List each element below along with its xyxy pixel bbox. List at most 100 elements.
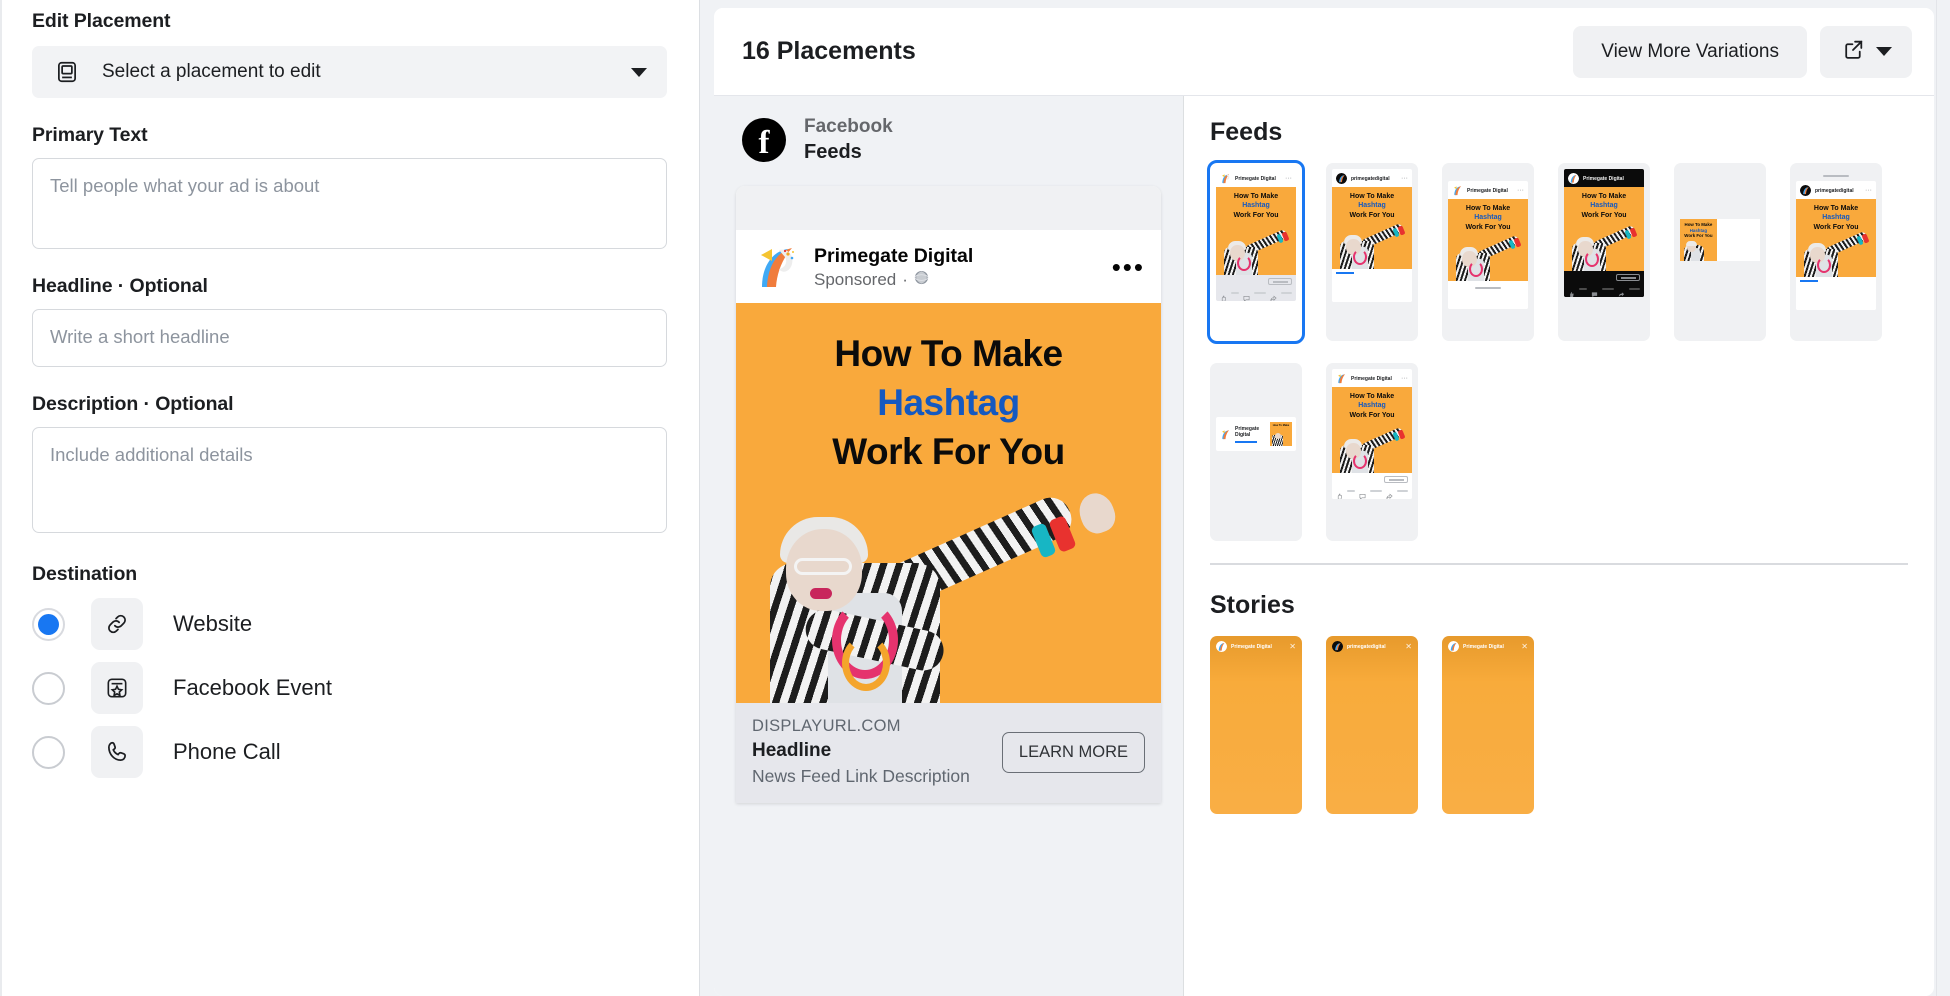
mini-ad-card: Primegate Digital ··· How To Make Hashta… <box>1448 181 1528 309</box>
open-preview-button[interactable] <box>1820 25 1912 78</box>
thumbnail-feeds-8[interactable]: Primegate Digital ··· How To Make Hashta… <box>1326 363 1418 541</box>
avatar <box>1800 185 1811 196</box>
thumbnail-feeds-5[interactable]: How To Make Hashtag Work For You <box>1674 163 1766 341</box>
mini-creative-line-1: How To Make <box>1581 193 1627 200</box>
more-options-icon: ··· <box>1865 187 1872 194</box>
comment-icon <box>1243 289 1250 301</box>
external-link-icon <box>1841 37 1866 67</box>
avatar <box>1216 641 1227 652</box>
destination-option-website[interactable]: Website <box>32 592 667 656</box>
globe-icon <box>914 270 929 290</box>
thumbnail-stories-1[interactable]: Primegate Digital ✕ <box>1210 636 1302 814</box>
ad-display-url: DISPLAYURL.COM <box>752 717 901 735</box>
mini-engagement-row <box>1564 281 1644 297</box>
mini-creative: How To Make Hashtag Work For You <box>1796 199 1876 277</box>
like-icon <box>1568 285 1575 297</box>
close-icon[interactable]: ✕ <box>1521 642 1528 651</box>
placement-select-dropdown[interactable]: Select a placement to edit <box>32 46 667 98</box>
primary-text-field-group: Primary Text Tell people what your ad is… <box>32 124 667 249</box>
creative-line-3: Work For You <box>832 431 1065 473</box>
headline-field-group: Headline · Optional Write a short headli… <box>32 275 667 367</box>
avatar <box>1336 373 1347 384</box>
view-more-variations-button[interactable]: View More Variations <box>1573 25 1807 78</box>
stories-section-title: Stories <box>1210 591 1295 619</box>
avatar <box>1220 173 1231 184</box>
primary-text-label: Primary Text <box>32 124 148 146</box>
feeds-section-title: Feeds <box>1210 118 1283 146</box>
description-label: Description · Optional <box>32 393 667 416</box>
avatar <box>1448 641 1459 652</box>
mini-engagement-row <box>1796 282 1876 310</box>
thumbnail-feeds-4[interactable]: Primegate Digital How To Make Hashtag Wo… <box>1558 163 1650 341</box>
mini-creative-line-2: Hashtag <box>1358 202 1386 210</box>
mini-creative-line-3: Work For You <box>1813 223 1859 231</box>
radio-website[interactable] <box>32 607 65 641</box>
like-icon <box>1220 289 1227 301</box>
mini-creative-line-2: Hashtag <box>1822 214 1850 222</box>
headline-label-text: Headline <box>32 275 113 297</box>
mini-creative-line-3: Work For You <box>1233 211 1279 219</box>
mini-page-name: Primegate Digital <box>1467 187 1508 194</box>
mini-creative-line-2: Hashtag <box>1474 214 1502 222</box>
preview-scroll-track[interactable] <box>1936 0 1950 996</box>
thumbnail-feeds-2[interactable]: primegatedigital ··· How To Make Hashtag… <box>1326 163 1418 341</box>
like-icon <box>1336 487 1343 499</box>
thumbnail-stories-3[interactable]: Primegate Digital ✕ <box>1442 636 1534 814</box>
mini-page-name: Primegate Digital <box>1583 175 1624 182</box>
platform-name: Facebook <box>804 116 893 137</box>
destination-option-label: Website <box>173 611 253 636</box>
primary-text-input[interactable]: Tell people what your ad is about <box>32 158 667 249</box>
comment-icon <box>1591 285 1598 297</box>
stories-thumbnail-grid: Primegate Digital ✕ primegatedigital ✕ P… <box>1210 636 1908 814</box>
event-star-icon <box>91 662 143 714</box>
thumbnail-feeds-3[interactable]: Primegate Digital ··· How To Make Hashta… <box>1442 163 1534 341</box>
phone-icon <box>91 726 143 778</box>
app-root: Edit Placement Select a placement to edi… <box>0 0 1950 996</box>
placement-thumbnails-column: Feeds Primegate Digital ··· How To Make … <box>1184 96 1934 996</box>
mini-creative-line-1: How To Make <box>1684 222 1713 227</box>
mini-page-name: Primegate Digital <box>1351 375 1392 382</box>
mini-page-name: primegatedigital <box>1815 187 1854 194</box>
mini-ad-card: Primegate Digital ··· How To Make Hashta… <box>1216 169 1296 301</box>
headline-input[interactable]: Write a short headline <box>32 309 667 367</box>
main-ad-preview: f Facebook Feeds Primegate Digital Spons… <box>714 96 1184 996</box>
mini-ad-card: Primegate Digital How To Make Hashtag Wo… <box>1564 169 1644 297</box>
learn-more-button[interactable]: LEARN MORE <box>1001 731 1145 773</box>
mini-handle-bar <box>1823 175 1849 177</box>
mini-engagement-row <box>1332 483 1412 499</box>
platform-surface: Feeds <box>804 141 862 163</box>
ad-creative-image: How To Make Hashtag Work For You <box>736 303 1161 703</box>
avatar <box>1568 173 1579 184</box>
mini-creative: How To Make Hashtag Work For You <box>1680 219 1717 261</box>
avatar <box>1332 641 1343 652</box>
thumbnail-feeds-7[interactable]: Primegate Digital How To Make <box>1210 363 1302 541</box>
thumbnail-stories-2[interactable]: primegatedigital ✕ <box>1326 636 1418 814</box>
placement-select-value: Select a placement to edit <box>102 61 321 82</box>
destination-option-phone-call[interactable]: Phone Call <box>32 720 667 784</box>
ad-headline: Headline <box>752 740 832 761</box>
thumbnail-feeds-1[interactable]: Primegate Digital ··· How To Make Hashta… <box>1207 160 1305 344</box>
radio-facebook-event[interactable] <box>32 671 65 705</box>
mini-in-article-card: How To Make Hashtag Work For You <box>1680 219 1760 261</box>
ad-description: News Feed Link Description <box>752 766 970 786</box>
creative-line-2: Hashtag <box>877 382 1020 424</box>
section-divider <box>1210 563 1908 565</box>
close-icon[interactable]: ✕ <box>1289 642 1296 651</box>
destination-option-facebook-event[interactable]: Facebook Event <box>32 656 667 720</box>
description-input[interactable]: Include additional details <box>32 427 667 533</box>
more-options-icon[interactable]: ••• <box>1112 254 1145 280</box>
destination-option-label: Facebook Event <box>173 675 332 700</box>
headline-label: Headline · Optional <box>32 275 667 298</box>
preview-frame: 16 Placements View More Variations f Fac… <box>714 8 1934 996</box>
close-icon[interactable]: ✕ <box>1405 642 1412 651</box>
share-icon <box>1386 487 1393 499</box>
radio-phone-call[interactable] <box>32 735 65 769</box>
thumbnail-feeds-6[interactable]: primegatedigital ··· How To Make Hashtag… <box>1790 163 1882 341</box>
creative-person-illustration <box>736 473 1161 703</box>
mini-page-name: Primegate Digital <box>1235 175 1276 182</box>
avatar <box>1452 185 1463 196</box>
mini-page-name: Primegate Digital <box>1235 425 1260 438</box>
facebook-icon: f <box>742 118 786 162</box>
card-top-strip <box>736 186 1161 230</box>
platform-header: f Facebook Feeds <box>714 116 1183 164</box>
